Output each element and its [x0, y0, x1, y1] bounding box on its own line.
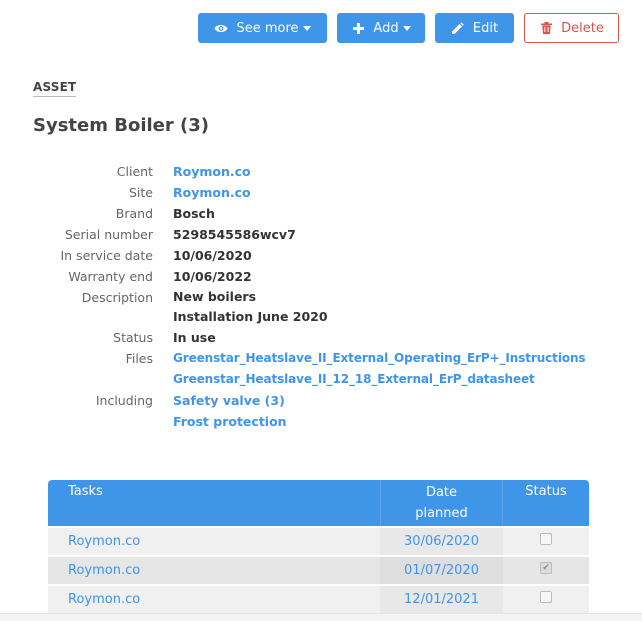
detail-row-including: Including Safety valve (3) Frost protect… — [0, 390, 642, 432]
file-link[interactable]: Greenstar_Heatslave_II_External_Operatin… — [173, 348, 642, 369]
detail-row-status: Status In use — [0, 327, 642, 348]
see-more-button[interactable]: See more — [198, 13, 327, 43]
edit-label: Edit — [472, 20, 499, 36]
task-link[interactable]: Roymon.co — [48, 563, 380, 578]
site-label: Site — [129, 185, 153, 200]
see-more-label: See more — [236, 20, 299, 36]
horizontal-scrollbar[interactable] — [0, 613, 642, 621]
plus-icon — [351, 21, 365, 35]
task-date[interactable]: 30/06/2020 — [380, 528, 503, 555]
detail-row-brand: Brand Bosch — [0, 203, 642, 224]
in-service-value: 10/06/2020 — [173, 248, 252, 263]
status-label: Status — [113, 330, 153, 345]
file-link[interactable]: Greenstar_Heatslave_II_12_18_External_Er… — [173, 369, 642, 390]
client-label: Client — [116, 164, 153, 179]
date-header-line: Date — [425, 485, 458, 500]
pencil-icon — [451, 21, 465, 35]
tasks-table-header: Tasks Date planned Status — [48, 480, 589, 526]
warranty-label: Warranty end — [68, 269, 153, 284]
description-line: New boilers — [173, 289, 257, 304]
delete-button[interactable]: Delete — [524, 13, 619, 43]
files-label: Files — [125, 351, 153, 366]
serial-value: 5298545586wcv7 — [173, 227, 296, 242]
status-column-header[interactable]: Status — [503, 480, 589, 526]
task-status-checkbox[interactable] — [540, 533, 552, 545]
tasks-table: Tasks Date planned Status Roymon.co 30/0… — [48, 480, 589, 613]
page-title: System Boiler (3) — [33, 115, 210, 136]
edit-button[interactable]: Edit — [435, 13, 514, 43]
trash-icon — [539, 21, 553, 35]
task-link[interactable]: Roymon.co — [48, 592, 380, 607]
eye-icon — [214, 21, 229, 35]
task-date[interactable]: 12/01/2021 — [380, 586, 503, 613]
client-link[interactable]: Roymon.co — [173, 161, 642, 182]
delete-label: Delete — [561, 20, 604, 36]
task-status-checkbox[interactable]: ✔ — [540, 562, 552, 574]
serial-label: Serial number — [64, 227, 153, 242]
brand-label: Brand — [115, 206, 153, 221]
description-line: Installation June 2020 — [173, 309, 328, 324]
status-value: In use — [173, 330, 216, 345]
date-header-line: planned — [415, 506, 468, 521]
detail-row-in-service: In service date 10/06/2020 — [0, 245, 642, 266]
site-link[interactable]: Roymon.co — [173, 182, 642, 203]
in-service-label: In service date — [60, 248, 153, 263]
add-button[interactable]: Add — [337, 13, 425, 43]
add-label: Add — [373, 20, 399, 36]
table-row: Roymon.co 12/01/2021 — [48, 586, 589, 613]
detail-row-serial: Serial number 5298545586wcv7 — [0, 224, 642, 245]
detail-row-description: Description New boilers Installation Jun… — [0, 287, 642, 327]
detail-row-client: Client Roymon.co — [0, 161, 642, 182]
date-planned-column-header[interactable]: Date planned — [380, 480, 503, 526]
checkmark-icon: ✔ — [542, 563, 550, 573]
brand-value: Bosch — [173, 206, 215, 221]
description-label: Description — [81, 290, 153, 305]
toolbar: See more Add Edit Delete — [0, 13, 642, 43]
warranty-value: 10/06/2022 — [173, 269, 252, 284]
asset-details: Client Roymon.co Site Roymon.co Brand Bo… — [0, 161, 642, 432]
task-link[interactable]: Roymon.co — [48, 534, 380, 549]
table-row: Roymon.co 01/07/2020 ✔ — [48, 557, 589, 584]
included-asset-link[interactable]: Safety valve (3) — [173, 390, 642, 411]
section-tag: ASSET — [33, 80, 77, 97]
detail-row-files: Files Greenstar_Heatslave_II_External_Op… — [0, 348, 642, 390]
detail-row-warranty: Warranty end 10/06/2022 — [0, 266, 642, 287]
task-date[interactable]: 01/07/2020 — [380, 557, 503, 584]
included-asset-link[interactable]: Frost protection — [173, 411, 642, 432]
chevron-down-icon — [302, 25, 311, 31]
tasks-column-header[interactable]: Tasks — [48, 480, 380, 526]
table-row: Roymon.co 30/06/2020 — [48, 528, 589, 555]
chevron-down-icon — [402, 25, 411, 31]
including-label: Including — [95, 393, 153, 408]
detail-row-site: Site Roymon.co — [0, 182, 642, 203]
task-status-checkbox[interactable] — [540, 591, 552, 603]
